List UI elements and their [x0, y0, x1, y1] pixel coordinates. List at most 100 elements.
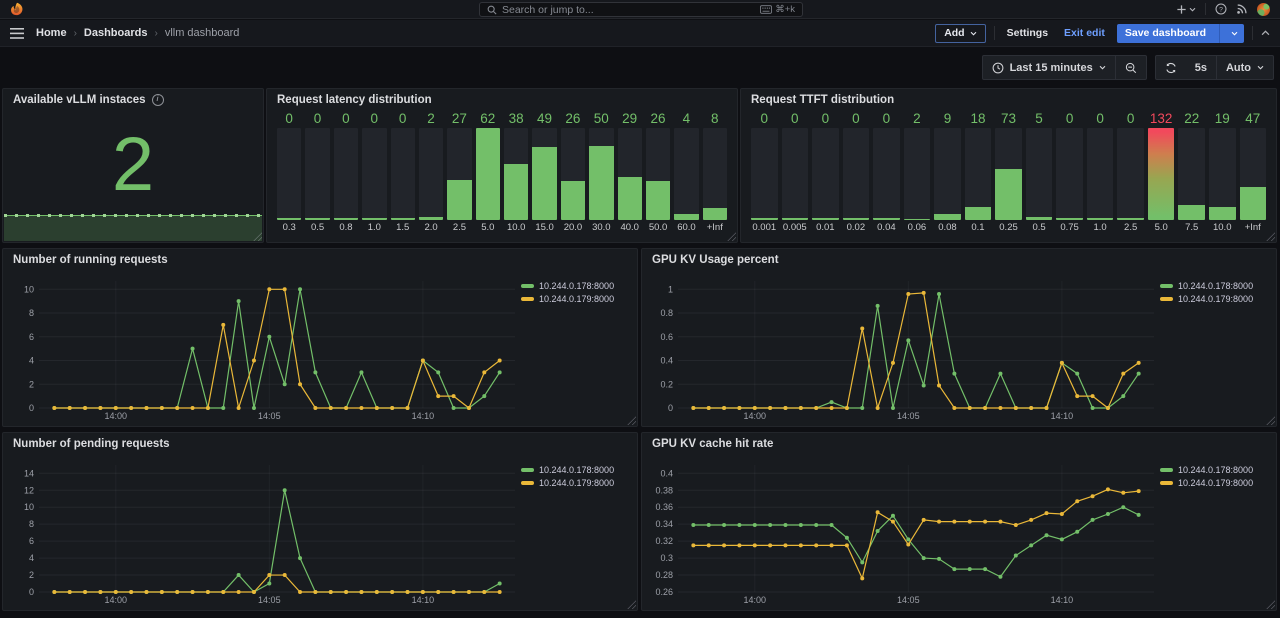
bar-fill — [362, 218, 386, 220]
data-point — [968, 520, 972, 524]
user-avatar[interactable] — [1257, 3, 1270, 16]
collapse-header-button[interactable] — [1261, 30, 1270, 36]
y-axis-label: 8 — [29, 308, 34, 318]
bar-category-label: 0.3 — [277, 222, 301, 235]
bar-fill — [1178, 205, 1205, 220]
breadcrumb-home[interactable]: Home — [36, 27, 67, 39]
panel-title[interactable]: Request latency distribution — [277, 94, 432, 106]
data-point — [1060, 537, 1064, 541]
bar-fill — [1056, 218, 1083, 220]
help-icon: ? — [1215, 3, 1227, 15]
bar-fill — [476, 128, 500, 220]
data-point — [783, 523, 787, 527]
legend-item[interactable]: 10.244.0.178:8000 — [1160, 465, 1270, 475]
legend-item[interactable]: 10.244.0.178:8000 — [521, 281, 631, 291]
data-point — [375, 406, 379, 410]
menu-toggle-button[interactable] — [10, 28, 24, 39]
search-icon — [487, 5, 497, 15]
data-point — [737, 523, 741, 527]
resize-handle-icon[interactable] — [1266, 232, 1275, 241]
legend-item[interactable]: 10.244.0.179:8000 — [1160, 294, 1270, 304]
bar-category-label: 0.8 — [334, 222, 358, 235]
data-point — [390, 406, 394, 410]
y-axis-label: 0.4 — [660, 356, 673, 366]
add-button[interactable]: Add — [935, 24, 985, 43]
save-dashboard-button[interactable]: Save dashboard — [1117, 24, 1244, 43]
news-button[interactable] — [1236, 3, 1248, 15]
auto-refresh-picker[interactable]: Auto — [1217, 56, 1273, 79]
panel-title[interactable]: GPU KV cache hit rate — [652, 438, 773, 450]
bar-fill — [812, 218, 839, 220]
data-point — [390, 590, 394, 594]
settings-button[interactable]: Settings — [1003, 24, 1052, 43]
chevron-down-icon — [970, 31, 977, 36]
bar-gauge: 00.00100.00500.0100.0200.0420.0690.08180… — [751, 111, 1266, 235]
data-point — [1137, 361, 1141, 365]
panel-title[interactable]: Number of pending requests — [13, 438, 170, 450]
panel-title[interactable]: Number of running requests — [13, 254, 168, 266]
bar-track — [934, 128, 961, 220]
data-point — [1014, 554, 1018, 558]
data-point — [498, 590, 502, 594]
search-input[interactable]: Search or jump to... ⌘+k — [479, 2, 803, 17]
panel-title[interactable]: Available vLLM instaces i — [13, 94, 164, 106]
bar-column: 90.08 — [934, 111, 961, 235]
time-range-picker[interactable]: Last 15 minutes — [983, 56, 1115, 79]
bar-column: 00.3 — [277, 111, 301, 235]
bar-column: 00.01 — [812, 111, 839, 235]
info-icon[interactable]: i — [152, 94, 164, 106]
bar-value: 8 — [703, 111, 727, 128]
breadcrumb-dashboards[interactable]: Dashboards — [84, 27, 148, 39]
keyboard-icon — [760, 5, 772, 14]
y-axis-label: 0.34 — [655, 519, 673, 529]
chevron-down-icon — [1257, 65, 1264, 70]
data-point — [206, 406, 210, 410]
zoom-out-button[interactable] — [1116, 56, 1146, 79]
data-point — [691, 543, 695, 547]
legend-item[interactable]: 10.244.0.178:8000 — [521, 465, 631, 475]
refresh-interval-label[interactable]: 5s — [1186, 56, 1216, 79]
bar-track — [965, 128, 992, 220]
bar-category-label: 40.0 — [618, 222, 642, 235]
legend-item[interactable]: 10.244.0.179:8000 — [1160, 478, 1270, 488]
refresh-button[interactable] — [1156, 56, 1186, 79]
data-point — [129, 406, 133, 410]
bar-column: 1910.0 — [1209, 111, 1236, 235]
bar-category-label: 1.0 — [362, 222, 386, 235]
y-axis-label: 0 — [29, 403, 34, 413]
bar-column: 2940.0 — [618, 111, 642, 235]
legend-series-color — [521, 297, 534, 301]
data-point — [891, 520, 895, 524]
bar-track — [812, 128, 839, 220]
legend-series-name: 10.244.0.178:8000 — [539, 465, 614, 475]
resize-handle-icon[interactable] — [727, 232, 736, 241]
data-point — [707, 523, 711, 527]
exit-edit-button[interactable]: Exit edit — [1060, 24, 1109, 43]
panel-title[interactable]: Request TTFT distribution — [751, 94, 894, 106]
data-point — [498, 370, 502, 374]
legend-item[interactable]: 10.244.0.179:8000 — [521, 294, 631, 304]
legend-item[interactable]: 10.244.0.179:8000 — [521, 478, 631, 488]
data-point — [830, 400, 834, 404]
data-point — [952, 372, 956, 376]
bar-category-label: 2.0 — [419, 222, 443, 235]
legend-item[interactable]: 10.244.0.178:8000 — [1160, 281, 1270, 291]
data-point — [1029, 406, 1033, 410]
grafana-logo-icon[interactable] — [10, 2, 24, 16]
data-point — [922, 556, 926, 560]
bar-track — [561, 128, 585, 220]
panel-title[interactable]: GPU KV Usage percent — [652, 254, 779, 266]
data-point — [1060, 512, 1064, 516]
data-point — [937, 557, 941, 561]
data-point — [237, 573, 241, 577]
data-point — [906, 543, 910, 547]
data-point — [998, 406, 1002, 410]
new-menu-button[interactable] — [1176, 4, 1196, 15]
bar-value: 5 — [1026, 111, 1053, 128]
rss-icon — [1236, 3, 1248, 15]
bar-category-label: 0.5 — [1026, 222, 1053, 235]
bar-fill — [1209, 207, 1236, 220]
bar-track — [447, 128, 471, 220]
data-point — [191, 347, 195, 351]
help-button[interactable]: ? — [1215, 3, 1227, 15]
